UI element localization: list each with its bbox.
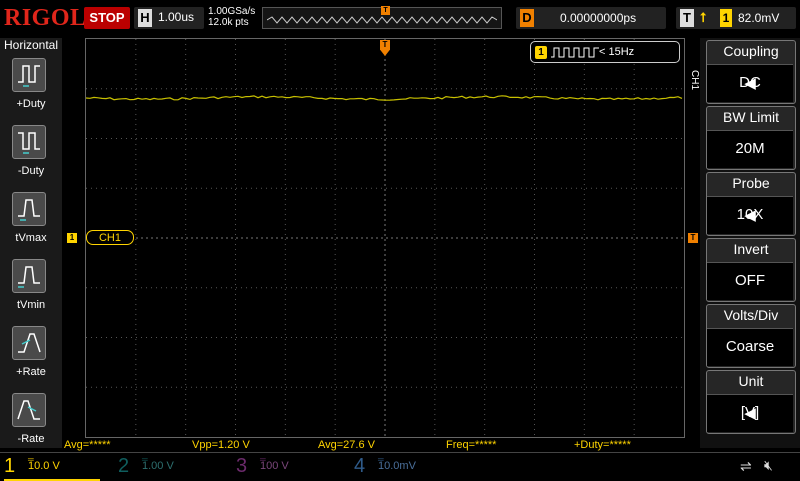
delay-box[interactable]: D 0.00000000ps [516, 7, 666, 29]
frequency-counter: 1 < 15Hz [530, 41, 680, 63]
rising-edge-icon: ⭡ [700, 10, 707, 25]
pos-rate-label: +Rate [16, 366, 46, 378]
memory-depth: 12.0k pts [208, 17, 249, 28]
channel-3-scale: 100 V [260, 460, 289, 472]
brand-logo: RIGOL [4, 5, 87, 31]
channel-2-number: 2 [118, 455, 130, 477]
channel-1-number: 1 [4, 455, 16, 477]
trigger-level: 82.0mV [738, 11, 780, 25]
measurement-item: Freq=***** [446, 439, 497, 451]
menu-title: Horizontal [3, 38, 59, 52]
unit-menu-item[interactable]: Unit ◀ [V] [706, 370, 796, 434]
bw-limit-menu-item[interactable]: BW Limit 20M [706, 106, 796, 170]
measure-tvmin-button[interactable] [12, 259, 46, 293]
pos-duty-label: +Duty [16, 98, 46, 110]
trigger-box[interactable]: T ⭡ 1 82.0mV [676, 7, 796, 29]
coupling-menu-item[interactable]: Coupling ◀ DC [706, 40, 796, 104]
ch1-offset-marker[interactable]: 1 [67, 233, 77, 243]
tvmax-label: tVmax [15, 232, 47, 244]
measure-pos-rate-button[interactable] [12, 326, 46, 360]
probe-title: Probe [732, 175, 770, 191]
pos-rate-icon [18, 333, 41, 353]
neg-duty-icon [18, 132, 40, 154]
coupling-title: Coupling [723, 43, 779, 59]
trigger-level-marker[interactable]: T [688, 233, 698, 243]
trigger-source: 1 [720, 9, 732, 27]
measurement-item: Avg=27.6 V [318, 439, 375, 451]
channel-4-status[interactable]: 4 ═ 10.0mV [354, 455, 464, 479]
pos-duty-icon [18, 65, 40, 87]
volts-div-menu-item[interactable]: Volts/Div Coarse [706, 304, 796, 368]
freq-channel: 1 [535, 46, 547, 59]
invert-title: Invert [733, 241, 769, 257]
graticule [86, 39, 684, 437]
neg-rate-icon [17, 400, 40, 420]
invert-value: OFF [735, 272, 765, 289]
horizontal-key: H [138, 9, 152, 27]
channel-1-status[interactable]: 1 ═ 10.0 V [4, 455, 100, 481]
measurement-item: Avg=***** [64, 439, 111, 451]
measurement-item: Vpp=1.20 V [192, 439, 250, 451]
measure-neg-rate-button[interactable] [12, 393, 46, 427]
measurement-bar: Avg=***** Vpp=1.20 V Avg=27.6 V Freq=***… [0, 438, 700, 452]
channel-2-status[interactable]: 2 ═ 1.00 V [118, 455, 228, 479]
trigger-position-marker: T [381, 6, 390, 15]
tvmin-label: tVmin [16, 299, 46, 311]
channel-4-scale: 10.0mV [378, 460, 416, 472]
tvmin-icon [18, 266, 40, 288]
channel-3-number: 3 [236, 455, 248, 477]
delay-value: 0.00000000ps [560, 11, 637, 25]
coupling-value: DC [739, 74, 761, 91]
horizontal-measure-menu: Horizontal +Duty -Duty tVmax tVmin +Rate… [0, 38, 62, 448]
unit-value: [V] [740, 404, 760, 421]
mute-icon[interactable]: 🔇︎ [764, 457, 773, 474]
bw-limit-title: BW Limit [723, 109, 779, 125]
measure-tvmax-button[interactable] [12, 192, 46, 226]
square-wave-icon [551, 47, 599, 58]
measurement-item: +Duty=***** [574, 439, 631, 451]
probe-value: 10X [736, 206, 764, 223]
measure-neg-duty-button[interactable] [12, 125, 46, 159]
bw-limit-value: 20M [735, 140, 765, 157]
waveform-overview-icon [267, 16, 497, 24]
trigger-position-bar[interactable]: T [262, 6, 502, 29]
acquisition-info: 1.00GSa/s 12.0k pts [208, 6, 255, 28]
neg-duty-label: -Duty [17, 165, 45, 177]
channel-3-status[interactable]: 3 ═ 100 V [236, 455, 346, 479]
waveform-display[interactable] [85, 38, 685, 438]
channel-menu: Coupling ◀ DC BW Limit 20M Probe ◀ 10X I… [700, 38, 800, 448]
run-stop-status[interactable]: STOP [84, 7, 130, 29]
tvmax-icon [18, 199, 40, 221]
delay-key: D [520, 9, 534, 27]
ch1-trace [86, 95, 683, 101]
channel-4-number: 4 [354, 455, 366, 477]
horizontal-timebase[interactable]: H 1.00us [134, 7, 204, 29]
channel-menu-tab: CH1 [689, 70, 700, 91]
freq-value: < 15Hz [599, 46, 635, 58]
invert-menu-item[interactable]: Invert OFF [706, 238, 796, 302]
channel-1-scale: 10.0 V [28, 460, 60, 472]
probe-menu-item[interactable]: Probe ◀ 10X [706, 172, 796, 236]
trigger-key: T [680, 9, 694, 27]
usb-icon: ⇌ [740, 458, 752, 474]
ch1-label: CH1 [86, 230, 134, 245]
channel-status-bar: 1 ═ 10.0 V 2 ═ 1.00 V 3 ═ 100 V 4 ═ 10.0… [0, 452, 800, 481]
sample-rate: 1.00GSa/s [208, 6, 256, 17]
volts-div-value: Coarse [725, 338, 775, 355]
unit-title: Unit [738, 373, 764, 389]
measure-pos-duty-button[interactable] [12, 58, 46, 92]
channel-2-scale: 1.00 V [142, 460, 174, 472]
timebase-value: 1.00us [158, 10, 195, 24]
volts-div-title: Volts/Div [723, 307, 779, 323]
